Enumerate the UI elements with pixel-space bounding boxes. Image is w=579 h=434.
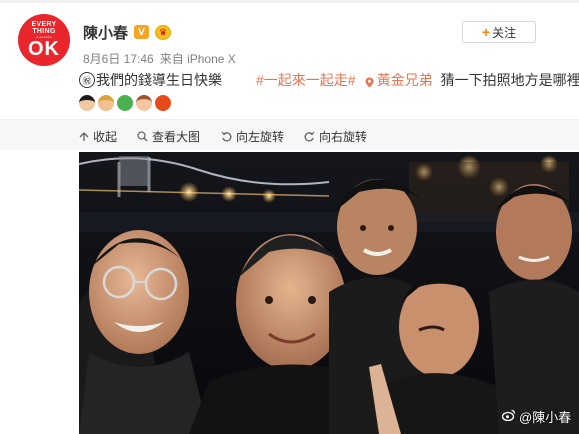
congratulate-emoji-icon: ㊗ bbox=[79, 72, 95, 88]
collapse-arrow-icon bbox=[79, 131, 89, 142]
location-pin-icon bbox=[364, 75, 375, 87]
member-badge-icon[interactable]: ♛ bbox=[155, 24, 172, 40]
post-text-main: 我們的錢導生日快樂 bbox=[96, 72, 222, 88]
emoji-row bbox=[79, 95, 171, 111]
follow-label: 关注 bbox=[492, 25, 517, 40]
post-source: iPhone X bbox=[187, 52, 236, 66]
collapse-label: 收起 bbox=[93, 130, 118, 144]
plus-icon: + bbox=[481, 24, 491, 40]
man-brown-hair-emoji-icon bbox=[136, 95, 152, 111]
mention-link[interactable]: 黃金兄弟 bbox=[377, 70, 433, 90]
selfie-photo-illustration bbox=[79, 152, 579, 434]
collapse-button[interactable]: 收起 bbox=[79, 128, 117, 145]
user-name-row: 陳小春 V ♛ bbox=[83, 22, 172, 43]
man-black-hair-emoji-icon bbox=[79, 95, 95, 111]
post-text: ㊗ 我們的錢導生日快樂 #一起來一起走# 黃金兄弟 猜一下拍照地方是哪裡 bbox=[79, 70, 579, 90]
green-face-emoji-icon bbox=[117, 95, 133, 111]
weibo-logo-icon bbox=[501, 409, 516, 424]
rotate-left-button[interactable]: 向左旋转 bbox=[221, 128, 284, 145]
verified-v-icon[interactable]: V bbox=[134, 25, 150, 39]
image-toolbar: 收起 查看大图 向左旋转 向右旋转 bbox=[0, 120, 579, 150]
user-name[interactable]: 陳小春 bbox=[83, 22, 128, 43]
rotate-right-icon bbox=[304, 131, 315, 142]
avatar[interactable]: EVERY THING is gonna be OK bbox=[18, 14, 70, 66]
top-border bbox=[0, 0, 579, 3]
red-face-emoji-icon bbox=[155, 95, 171, 111]
topic-tag-link[interactable]: #一起來一起走# bbox=[256, 70, 356, 90]
magnifier-icon bbox=[137, 131, 148, 142]
watermark-text: @陳小春 bbox=[519, 410, 572, 425]
source-prefix: 来自 bbox=[159, 52, 184, 66]
avatar-text-line1: EVERY bbox=[31, 21, 57, 28]
view-large-label: 查看大图 bbox=[152, 130, 201, 144]
rotate-right-label: 向右旋转 bbox=[319, 130, 368, 144]
man-blond-emoji-icon bbox=[98, 95, 114, 111]
rotate-left-icon bbox=[221, 131, 232, 142]
post-text-tail: 猜一下拍照地方是哪裡 bbox=[440, 72, 579, 88]
avatar-text-line3: is gonna be bbox=[36, 35, 52, 39]
follow-button[interactable]: + 关注 bbox=[462, 21, 536, 43]
post-photo[interactable] bbox=[79, 152, 579, 434]
view-large-button[interactable]: 查看大图 bbox=[137, 128, 200, 145]
avatar-text-line2: THING bbox=[32, 28, 56, 35]
post-meta: 8月6日 17:46 来自 iPhone X bbox=[83, 50, 236, 67]
photo-watermark: @陳小春 bbox=[501, 407, 572, 426]
avatar-text-line4: OK bbox=[28, 38, 60, 60]
rotate-left-label: 向左旋转 bbox=[236, 130, 285, 144]
rotate-right-button[interactable]: 向右旋转 bbox=[304, 128, 367, 145]
post-timestamp[interactable]: 8月6日 17:46 bbox=[83, 50, 154, 67]
